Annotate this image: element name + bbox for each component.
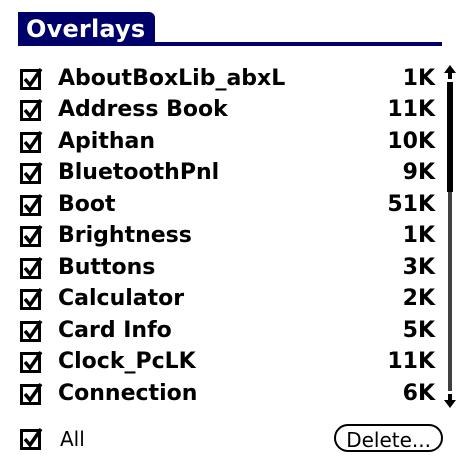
checked-checkbox-icon [20,256,43,279]
checked-checkbox-icon [20,382,43,405]
delete-button[interactable]: Delete... [334,424,443,452]
item-name: Card Info [58,317,172,343]
item-size: 1K [402,65,435,91]
checked-checkbox-icon [20,67,43,90]
scroll-thumb[interactable] [447,82,453,192]
list-item[interactable]: AboutBoxLib_abxL 1K [20,63,435,95]
all-checkbox[interactable] [20,427,44,451]
item-checkbox[interactable] [20,256,44,280]
checked-checkbox-icon [20,130,43,153]
checked-checkbox-icon [20,162,43,185]
item-name: BluetoothPnl [58,160,220,186]
item-name: Connection [58,380,198,406]
list-item[interactable]: BluetoothPnl 9K [20,158,435,190]
item-name: Clock_PcLK [58,349,196,375]
title-underline [18,42,442,46]
item-size: 11K [387,97,435,123]
item-checkbox[interactable] [20,193,44,217]
checked-checkbox-icon [20,428,43,450]
scrollbar[interactable] [443,64,457,409]
checked-checkbox-icon [20,225,43,248]
item-name: Calculator [58,286,185,312]
item-size: 10K [387,128,435,154]
item-checkbox[interactable] [20,161,44,185]
checked-checkbox-icon [20,319,43,342]
list-item[interactable]: Address Book 11K [20,95,435,127]
all-label: All [60,427,85,451]
item-name: Apithan [58,128,156,154]
list-item[interactable]: Buttons 3K [20,252,435,284]
page-title: Overlays [18,12,156,46]
checked-checkbox-icon [20,288,43,311]
title-bar: Overlays [0,0,458,46]
item-checkbox[interactable] [20,67,44,91]
item-checkbox[interactable] [20,98,44,122]
item-checkbox[interactable] [20,319,44,343]
checked-checkbox-icon [20,351,43,374]
checked-checkbox-icon [20,193,43,216]
item-size: 1K [402,223,435,249]
item-name: Brightness [58,223,192,249]
list-item[interactable]: Calculator 2K [20,284,435,316]
item-name: Buttons [58,254,156,280]
list-item[interactable]: Clock_PcLK 11K [20,347,435,379]
item-name: Boot [58,191,116,217]
overlay-list: AboutBoxLib_abxL 1K Address Book 11K Apithan… [20,63,435,410]
item-size: 6K [402,380,435,406]
item-name: Address Book [58,97,228,123]
list-item[interactable]: Connection 6K [20,378,435,410]
item-size: 5K [402,317,435,343]
list-item[interactable]: Card Info 5K [20,315,435,347]
list-item[interactable]: Boot 51K [20,189,435,221]
item-size: 3K [402,254,435,280]
scroll-up-arrow-icon[interactable] [443,64,457,80]
checked-checkbox-icon [20,99,43,122]
scroll-down-arrow-icon[interactable] [443,393,457,409]
list-item[interactable]: Apithan 10K [20,126,435,158]
item-checkbox[interactable] [20,130,44,154]
item-checkbox[interactable] [20,224,44,248]
item-checkbox[interactable] [20,382,44,406]
footer-bar: All Delete... [20,424,445,454]
item-size: 2K [402,286,435,312]
list-item[interactable]: Brightness 1K [20,221,435,253]
item-name: AboutBoxLib_abxL [58,65,286,91]
item-checkbox[interactable] [20,287,44,311]
item-size: 9K [402,160,435,186]
item-size: 51K [387,191,435,217]
item-size: 11K [387,349,435,375]
item-checkbox[interactable] [20,350,44,374]
